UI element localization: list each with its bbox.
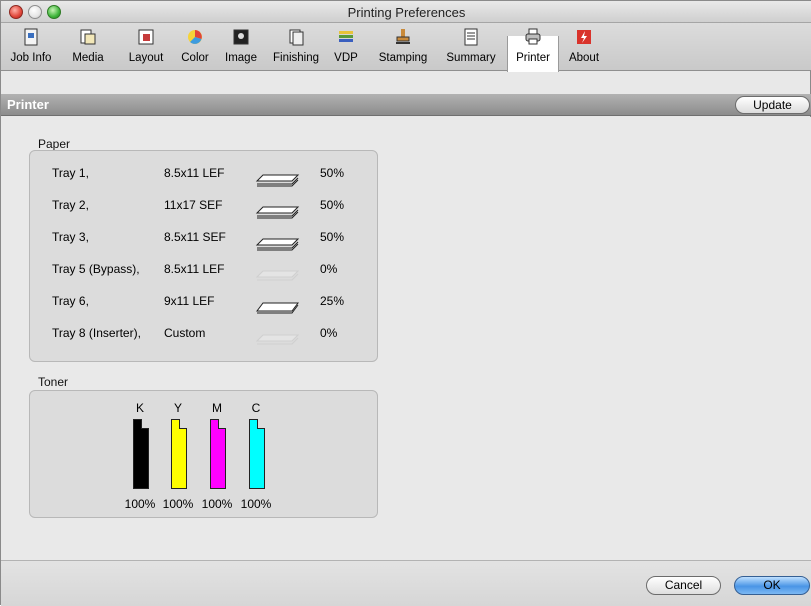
tray-level: 25% xyxy=(320,294,345,308)
tab-printer[interactable]: Printer xyxy=(507,28,559,72)
tray-size: 9x11 LEF xyxy=(164,294,215,308)
dialog-footer: Cancel OK xyxy=(1,560,811,606)
paper-empty-icon xyxy=(255,334,300,345)
tab-finishing[interactable]: Finishing xyxy=(267,23,325,71)
tray-name: Tray 1, xyxy=(52,166,89,180)
toner-cartridge xyxy=(210,419,226,489)
about-icon xyxy=(577,30,591,44)
tab-image[interactable]: Image xyxy=(220,23,262,71)
tray-size: 8.5x11 LEF xyxy=(164,262,225,276)
paper-group-label: Paper xyxy=(38,137,71,151)
tray-level: 50% xyxy=(320,166,345,180)
window-title: Printing Preferences xyxy=(347,5,466,20)
toner-level: 100% xyxy=(162,497,194,511)
paper-single-icon xyxy=(256,302,299,314)
toner-cartridge xyxy=(249,419,265,489)
tray-level: 50% xyxy=(320,230,345,244)
tab-label: Stamping xyxy=(378,52,428,64)
toner-label: C xyxy=(251,401,261,415)
toner-group: K 100% Y 100% M 100% C 100% xyxy=(29,390,378,518)
ok-button[interactable]: OK xyxy=(734,576,810,595)
tab-label: Finishing xyxy=(272,52,320,64)
tray-row: Tray 5 (Bypass), 8.5x11 LEF 0% xyxy=(30,255,376,285)
summary-icon xyxy=(464,28,478,46)
paper-stack-icon xyxy=(255,174,300,187)
tab-about[interactable]: About xyxy=(563,23,605,71)
stamping-icon xyxy=(396,29,410,44)
vdp-icon xyxy=(339,31,353,42)
section-title: Printer xyxy=(7,97,49,112)
printer-panel: Paper Tray 1, 8.5x11 LEF 50% Tray 2, 11x… xyxy=(1,117,811,560)
tray-row: Tray 6, 9x11 LEF 25% xyxy=(30,287,376,317)
section-header: Printer Update xyxy=(1,94,811,116)
tray-name: Tray 3, xyxy=(52,230,89,244)
tray-name: Tray 6, xyxy=(52,294,89,308)
tray-row: Tray 3, 8.5x11 SEF 50% xyxy=(30,223,376,253)
tray-level: 50% xyxy=(320,198,345,212)
tab-label: Summary xyxy=(446,52,496,64)
tray-name: Tray 2, xyxy=(52,198,89,212)
tray-level: 0% xyxy=(320,326,338,340)
tab-stamping[interactable]: Stamping xyxy=(370,23,436,71)
toner-label: K xyxy=(135,401,144,415)
finishing-icon xyxy=(289,29,304,46)
printer-icon xyxy=(525,28,541,45)
tab-layout[interactable]: Layout xyxy=(120,23,172,71)
tab-vdp[interactable]: VDP xyxy=(331,23,361,71)
image-icon xyxy=(233,29,249,45)
tab-color[interactable]: Color xyxy=(175,23,215,71)
tray-row: Tray 1, 8.5x11 LEF 50% xyxy=(30,159,376,189)
tab-label: Job Info xyxy=(10,52,52,64)
toner-level: 100% xyxy=(240,497,272,511)
cancel-button[interactable]: Cancel xyxy=(646,576,721,595)
tab-label: VDP xyxy=(334,52,358,64)
printing-preferences-window: Printing Preferences Job Info Media Layo… xyxy=(0,0,811,606)
paper-empty-icon xyxy=(255,270,300,281)
tray-row: Tray 2, 11x17 SEF 50% xyxy=(30,191,376,221)
toner-cartridge xyxy=(171,419,187,489)
tab-label: Color xyxy=(181,52,209,64)
tab-summary[interactable]: Summary xyxy=(440,23,502,71)
paper-stack-icon xyxy=(255,238,300,251)
toner-label: Y xyxy=(173,401,182,415)
tab-label: Image xyxy=(225,52,257,64)
tab-media[interactable]: Media xyxy=(63,23,113,71)
tab-job-info[interactable]: Job Info xyxy=(3,23,59,71)
tray-row: Tray 8 (Inserter), Custom 0% xyxy=(30,319,376,349)
toner-group-label: Toner xyxy=(38,375,69,389)
update-button[interactable]: Update xyxy=(735,96,810,114)
tray-size: 8.5x11 SEF xyxy=(164,230,226,244)
tab-label: Media xyxy=(72,52,104,64)
paper-stack-icon xyxy=(255,206,300,219)
toolbar: Job Info Media Layout Color Image Finish… xyxy=(1,23,811,72)
tray-name: Tray 5 (Bypass), xyxy=(52,262,140,276)
color-icon xyxy=(188,30,202,44)
tab-label: Printer xyxy=(516,52,550,64)
paper-group: Tray 1, 8.5x11 LEF 50% Tray 2, 11x17 SEF… xyxy=(29,150,378,362)
toner-level: 100% xyxy=(201,497,233,511)
title-bar: Printing Preferences xyxy=(1,1,811,23)
tray-size: 11x17 SEF xyxy=(164,198,223,212)
tab-label: Layout xyxy=(128,52,164,64)
tray-level: 0% xyxy=(320,262,338,276)
tab-label: About xyxy=(568,52,600,64)
job-info-icon xyxy=(24,28,38,46)
toner-cartridge xyxy=(133,419,149,489)
tray-size: Custom xyxy=(164,326,206,340)
tray-name: Tray 8 (Inserter), xyxy=(52,326,141,340)
layout-icon xyxy=(138,29,154,45)
tray-size: 8.5x11 LEF xyxy=(164,166,225,180)
toner-label: M xyxy=(212,401,222,415)
media-icon xyxy=(80,29,96,45)
